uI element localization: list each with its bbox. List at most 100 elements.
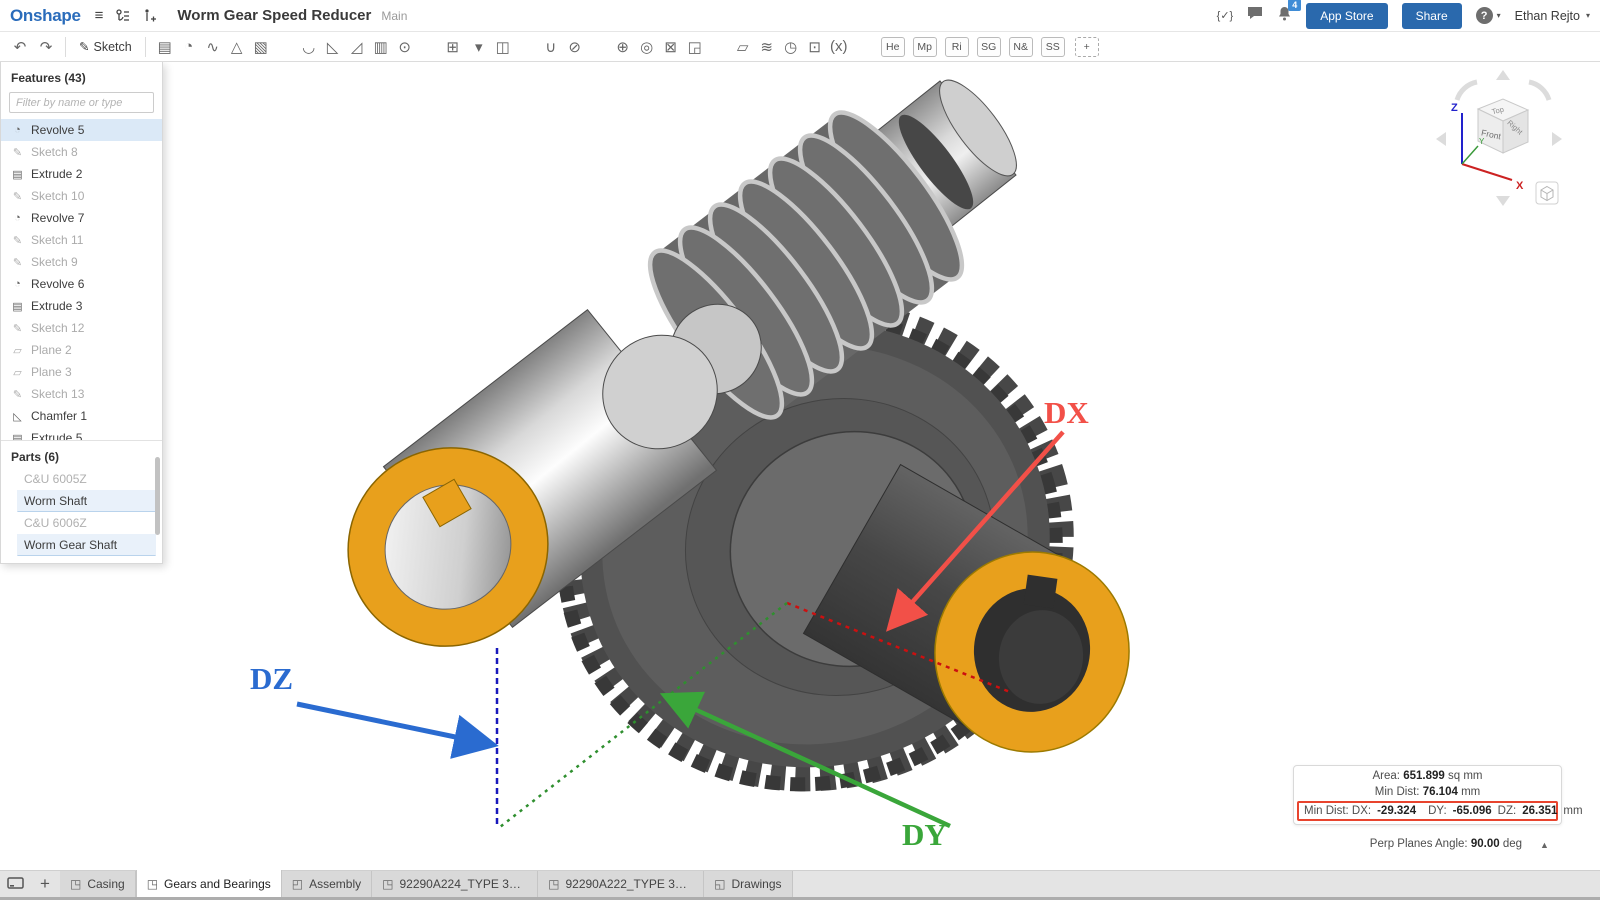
feature-type-icon: ▱ <box>11 366 24 379</box>
toolbar-separator[interactable] <box>417 35 441 59</box>
toolbar-separator[interactable] <box>587 35 611 59</box>
variable-icon[interactable]: (x) <box>827 35 851 59</box>
split-icon[interactable]: ⊘ <box>563 35 587 59</box>
element-tab[interactable]: ◳ Gears and Bearings <box>136 870 282 897</box>
custom-feature-button[interactable]: N& <box>1009 37 1033 57</box>
mirror-icon[interactable]: ◫ <box>491 35 515 59</box>
toolbar-separator[interactable] <box>851 35 875 59</box>
rotate-cw-arrow[interactable] <box>1529 82 1549 100</box>
feature-item[interactable]: ✎ Sketch 8 <box>1 141 162 163</box>
custom-feature-button[interactable]: Mp <box>913 37 937 57</box>
transform-icon[interactable]: ⊕ <box>611 35 635 59</box>
part-item[interactable]: Worm Shaft <box>17 490 156 512</box>
feature-item[interactable]: ▤ Extrude 5 <box>1 427 162 440</box>
toolbar-separator[interactable] <box>707 35 731 59</box>
custom-feature-button[interactable]: SG <box>977 37 1001 57</box>
draft-icon[interactable]: ◿ <box>345 35 369 59</box>
custom-feature-button[interactable]: He <box>881 37 905 57</box>
sweep-icon[interactable]: ∿ <box>201 35 225 59</box>
feature-item[interactable]: ◔ Revolve 7 <box>1 207 162 229</box>
element-type-icon: ◳ <box>548 877 559 891</box>
main-menu-icon[interactable]: ≡ <box>95 7 104 24</box>
part-item[interactable]: C&U 6005Z <box>17 468 156 490</box>
element-tab[interactable]: ◰ Assembly <box>282 871 372 897</box>
rotate-right-arrow[interactable] <box>1552 132 1562 146</box>
toolbar-separator[interactable] <box>515 35 539 59</box>
feature-type-icon: ✎ <box>11 234 24 247</box>
feature-item[interactable]: ✎ Sketch 11 <box>1 229 162 251</box>
add-tab-icon[interactable]: + <box>30 871 60 897</box>
feature-item[interactable]: ◺ Chamfer 1 <box>1 405 162 427</box>
feature-item[interactable]: ▤ Extrude 2 <box>1 163 162 185</box>
delete-part-icon[interactable]: ⊠ <box>659 35 683 59</box>
onshape-logo[interactable]: Onshape <box>10 6 81 26</box>
toolbar-separator[interactable] <box>273 35 297 59</box>
chamfer-icon[interactable]: ◺ <box>321 35 345 59</box>
revolve-icon[interactable]: ◔ <box>177 35 201 59</box>
workspace-name[interactable]: Main <box>381 9 407 23</box>
boolean-icon[interactable]: ∪ <box>539 35 563 59</box>
element-tab[interactable]: ◳ 92290A224_TYPE 316 S... <box>372 871 538 897</box>
help-icon: ? <box>1476 7 1493 24</box>
model-scene: DX DZ DY Top Front Right Z X Y <box>0 62 1600 870</box>
add-custom-feature-button[interactable]: + <box>1075 37 1099 57</box>
rotate-up-arrow[interactable] <box>1496 70 1510 80</box>
linear-pattern-icon[interactable]: ⊞ <box>441 35 465 59</box>
surface-icon[interactable]: ▱ <box>731 35 755 59</box>
feature-item[interactable]: ✎ Sketch 12 <box>1 317 162 339</box>
pattern-dropdown-caret[interactable]: ▾ <box>467 35 491 59</box>
angle-value: 90.00 <box>1471 838 1500 850</box>
rotate-down-arrow[interactable] <box>1496 196 1510 206</box>
view-cube[interactable]: Top Front Right Z X Y <box>1436 70 1562 206</box>
import-icon[interactable]: ⊡ <box>803 35 827 59</box>
element-tab[interactable]: ◳ Casing <box>60 871 136 897</box>
part-item[interactable]: C&U 6006Z <box>17 512 156 534</box>
extrude-icon[interactable]: ▤ <box>153 35 177 59</box>
area-label: Area: <box>1373 770 1401 782</box>
part-item[interactable]: Worm Gear Shaft <box>17 534 156 556</box>
sketch-button[interactable]: ✎ Sketch <box>73 36 138 57</box>
versions-history-icon[interactable] <box>115 8 131 24</box>
rotate-ccw-arrow[interactable] <box>1457 82 1477 100</box>
hole-icon[interactable]: ⊙ <box>393 35 417 59</box>
tab-manager-icon[interactable] <box>0 871 30 897</box>
help-menu[interactable]: ? ▾ <box>1476 7 1501 24</box>
insert-element-icon[interactable] <box>143 8 157 24</box>
redo-icon[interactable]: ↷ <box>34 35 58 59</box>
undo-icon[interactable]: ↶ <box>8 35 32 59</box>
element-tab[interactable]: ◱ Drawings <box>704 871 792 897</box>
element-tab[interactable]: ◳ 92290A222_TYPE 316 S... <box>538 871 704 897</box>
feature-item[interactable]: ✎ Sketch 9 <box>1 251 162 273</box>
modify-fillet-icon[interactable]: ◎ <box>635 35 659 59</box>
share-button[interactable]: Share <box>1402 3 1462 29</box>
move-face-icon[interactable]: ◲ <box>683 35 707 59</box>
feature-item[interactable]: ▱ Plane 2 <box>1 339 162 361</box>
feature-item[interactable]: ▤ Extrude 3 <box>1 295 162 317</box>
part-item-label: Worm Shaft <box>24 494 87 508</box>
comment-icon[interactable] <box>1247 6 1263 25</box>
helix-icon[interactable]: ≋ <box>755 35 779 59</box>
panel-scrollbar[interactable] <box>155 457 160 535</box>
notifications-bell-icon[interactable]: 4 <box>1277 6 1292 26</box>
feature-item[interactable]: ✎ Sketch 10 <box>1 185 162 207</box>
featurescript-feedback-icon[interactable]: {✓} <box>1217 9 1234 22</box>
collapse-measurements-icon[interactable]: ▲ <box>1540 840 1549 850</box>
custom-feature-button[interactable]: Ri <box>945 37 969 57</box>
user-menu[interactable]: Ethan Rejto ▾ <box>1515 9 1590 23</box>
feature-filter-input[interactable] <box>9 92 154 113</box>
custom-feature-button[interactable]: SS <box>1041 37 1065 57</box>
feature-item[interactable]: ◔ Revolve 6 <box>1 273 162 295</box>
thicken-icon[interactable]: ▧ <box>249 35 273 59</box>
parts-list: C&U 6005Z Worm Shaft C&U 6006Z Worm Gear… <box>1 468 162 556</box>
rotate-left-arrow[interactable] <box>1436 132 1446 146</box>
shell-icon[interactable]: ▥ <box>369 35 393 59</box>
loft-icon[interactable]: △ <box>225 35 249 59</box>
app-store-button[interactable]: App Store <box>1306 3 1387 29</box>
graphics-viewport[interactable]: DX DZ DY Top Front Right Z X Y <box>0 62 1600 870</box>
mass-properties-icon[interactable]: ◷ <box>779 35 803 59</box>
isometric-view-button[interactable] <box>1536 182 1558 204</box>
feature-item[interactable]: ▱ Plane 3 <box>1 361 162 383</box>
feature-item[interactable]: ◔ Revolve 5 <box>1 119 162 141</box>
fillet-icon[interactable]: ◡ <box>297 35 321 59</box>
feature-item[interactable]: ✎ Sketch 13 <box>1 383 162 405</box>
